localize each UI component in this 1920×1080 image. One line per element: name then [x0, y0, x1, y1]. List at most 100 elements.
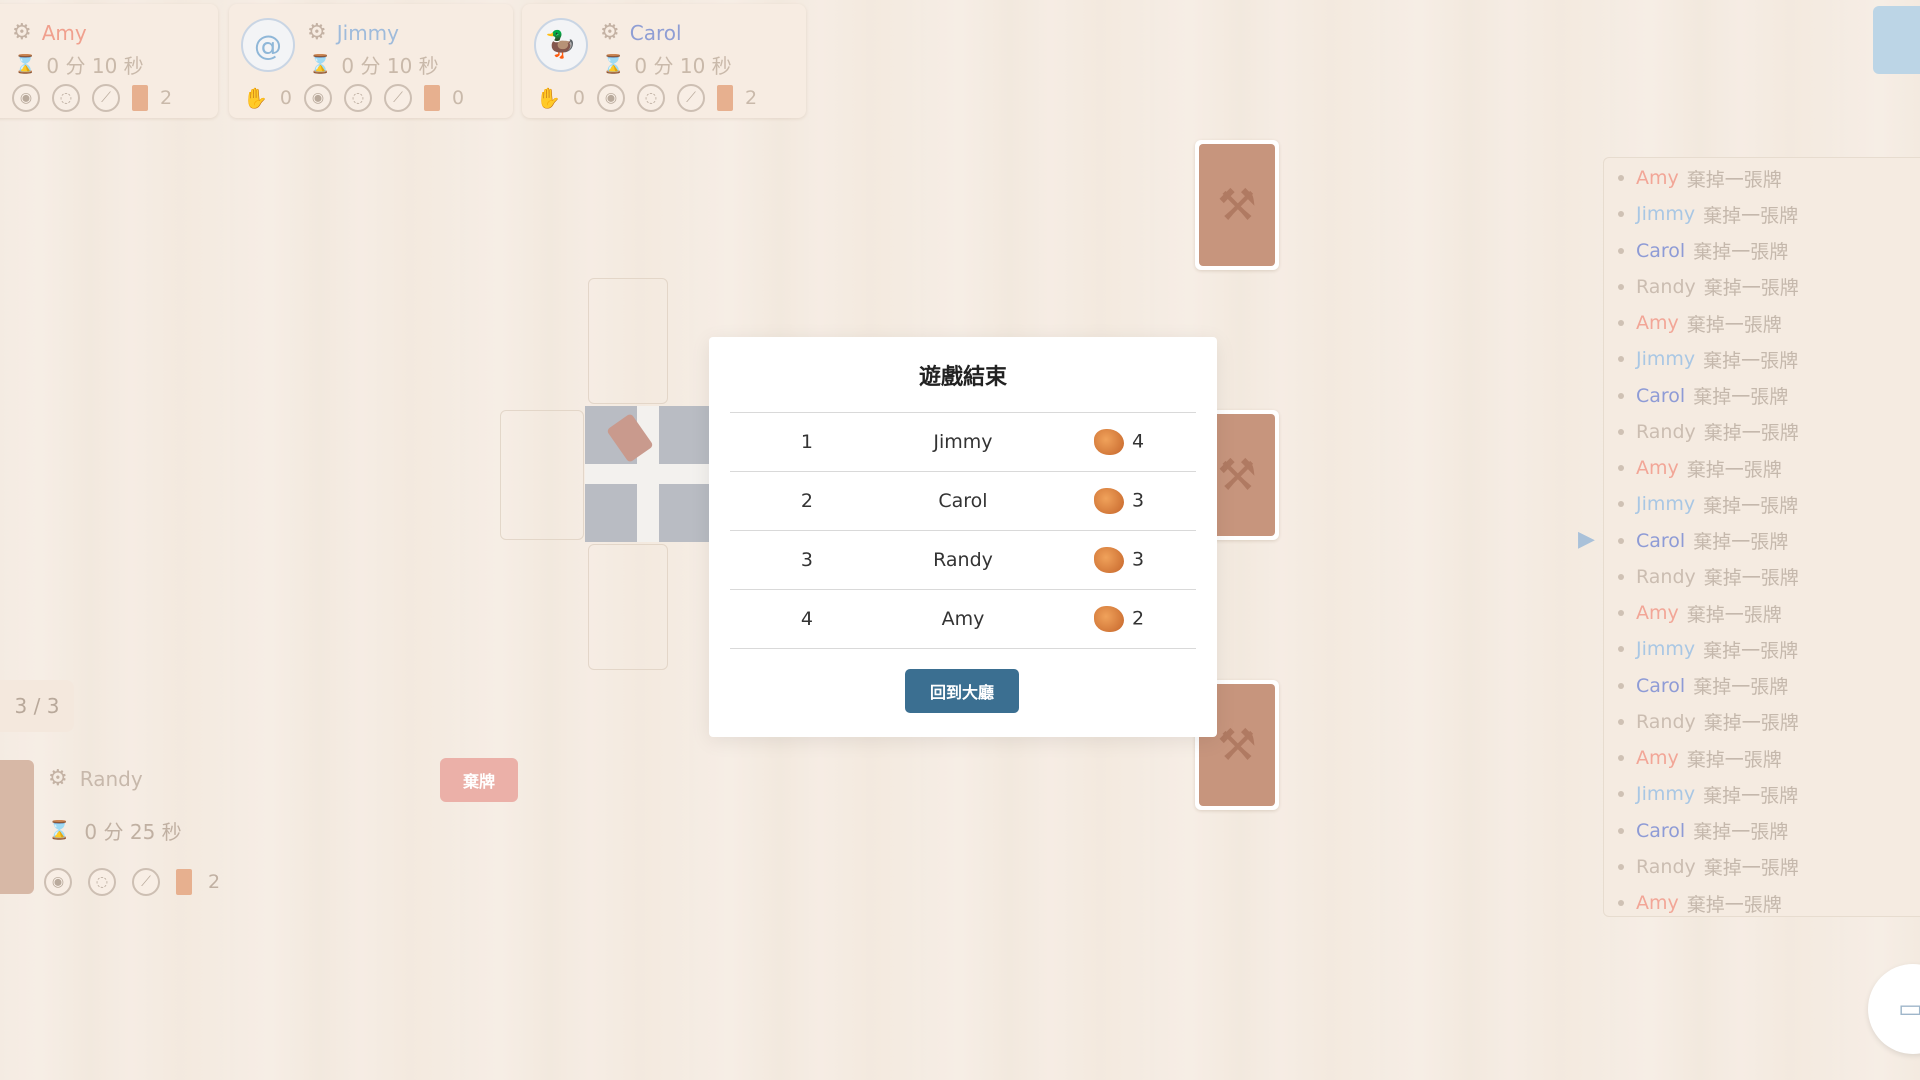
log-entry: Carol 棄掉一張牌	[1604, 378, 1920, 414]
player-hand-count: 0	[572, 87, 585, 109]
log-message: 棄掉一張牌	[1693, 386, 1789, 409]
log-entry: Jimmy 棄掉一張牌	[1604, 486, 1920, 522]
hourglass-icon: ⌛	[14, 54, 37, 75]
log-message: 棄掉一張牌	[1693, 531, 1789, 554]
chevron-right-icon[interactable]: ▶	[1578, 527, 1595, 552]
bullet-icon	[1618, 320, 1624, 327]
rank-number: 4	[730, 589, 884, 649]
log-entry: Amy 棄掉一張牌	[1604, 160, 1920, 196]
gear-icon: ⚙	[12, 20, 32, 45]
log-player-name: Randy	[1636, 710, 1696, 733]
self-tools-row: ◉ ◌ ⟋ 2	[44, 868, 220, 896]
log-entry: Carol 棄掉一張牌	[1604, 668, 1920, 704]
rank-gold-cell: 3	[1042, 471, 1196, 531]
gold-nugget-icon	[1094, 488, 1125, 514]
path-tile-start	[585, 406, 709, 542]
self-time-row: ⌛ 0 分 25 秒	[48, 816, 182, 845]
bullet-icon	[1618, 827, 1624, 834]
log-message: 棄掉一張牌	[1693, 676, 1789, 699]
log-player-name: Amy	[1636, 167, 1679, 190]
game-over-dialog: 遊戲結束 1 Jimmy 4 2 Carol 3 3 Randy 3 4 Amy 2 回到大廳	[709, 337, 1217, 737]
bullet-icon	[1618, 900, 1624, 907]
card-count-icon	[132, 85, 148, 111]
player-card-count: 2	[160, 87, 173, 109]
log-message: 棄掉一張牌	[1686, 893, 1782, 916]
discard-button[interactable]: 棄牌	[440, 758, 518, 802]
player-card-carol: 🦆 ⚙ Carol ⌛ 0 分 10 秒 ✋ 0 ◉ ◌ ⟋ 2	[522, 4, 806, 118]
log-entry: Carol 棄掉一張牌	[1604, 813, 1920, 849]
dialog-title: 遊戲結束	[918, 365, 1007, 390]
rank-number: 2	[730, 471, 884, 531]
log-entry: Jimmy 棄掉一張牌	[1604, 196, 1920, 232]
gear-icon: ⚙	[48, 766, 68, 791]
board-slot[interactable]	[588, 544, 668, 670]
ranking-row: 4 Amy 2	[730, 589, 1196, 649]
lantern-icon: ◌	[637, 84, 665, 112]
log-entry: Carol 棄掉一張牌	[1604, 523, 1920, 559]
log-entry: Amy 棄掉一張牌	[1604, 885, 1920, 916]
bullet-icon	[1618, 175, 1624, 182]
log-player-name: Jimmy	[1636, 783, 1696, 806]
cart-icon: ◉	[44, 868, 72, 896]
cart-icon: ◉	[597, 84, 625, 112]
bullet-icon	[1618, 682, 1624, 689]
player-name: Carol	[629, 20, 682, 45]
log-entry: Jimmy 棄掉一張牌	[1604, 776, 1920, 812]
log-entry: Amy 棄掉一張牌	[1604, 595, 1920, 631]
log-player-name: Amy	[1636, 457, 1679, 480]
player-time: 0 分 10 秒	[634, 54, 732, 78]
board-slot[interactable]	[500, 410, 584, 540]
action-log[interactable]: Amy 棄掉一張牌 Jimmy 棄掉一張牌 Carol 棄掉一張牌 Randy 棄掉一張牌 Am…	[1603, 157, 1920, 917]
ranking-row: 2 Carol 3	[730, 471, 1196, 531]
log-message: 棄掉一張牌	[1703, 204, 1799, 227]
lantern-icon: ◌	[52, 84, 80, 112]
ranking-row: 1 Jimmy 4	[730, 412, 1196, 472]
log-player-name: Carol	[1636, 239, 1686, 262]
bullet-icon	[1618, 791, 1624, 798]
hourglass-icon: ⌛	[602, 54, 625, 75]
log-message: 棄掉一張牌	[1693, 821, 1789, 844]
hand-icon: ✋	[536, 86, 561, 110]
log-entry: Jimmy 棄掉一張牌	[1604, 341, 1920, 377]
pickaxe-icon: ⟋	[92, 84, 120, 112]
bullet-icon	[1618, 211, 1624, 218]
rank-number: 3	[730, 530, 884, 590]
log-entry: Randy 棄掉一張牌	[1604, 704, 1920, 740]
gold-count: 3	[1132, 489, 1145, 512]
log-entry: Amy 棄掉一張牌	[1604, 450, 1920, 486]
ranking-row: 3 Randy 3	[730, 530, 1196, 590]
card-count-icon	[176, 869, 192, 895]
cart-icon: ◉	[304, 84, 332, 112]
gold-count: 3	[1132, 548, 1145, 571]
cart-icon: ◉	[12, 84, 40, 112]
hourglass-icon: ⌛	[48, 820, 71, 841]
self-avatar	[0, 760, 34, 894]
bullet-icon	[1618, 646, 1624, 653]
menu-toggle-button[interactable]	[1873, 6, 1920, 74]
back-to-lobby-button[interactable]: 回到大廳	[905, 669, 1019, 713]
self-name: Randy	[79, 766, 143, 791]
gold-nugget-icon	[1094, 547, 1125, 573]
log-entry: Carol 棄掉一張牌	[1604, 233, 1920, 269]
log-message: 棄掉一張牌	[1686, 168, 1782, 191]
duck-avatar-icon: 🦆	[534, 18, 588, 72]
log-player-name: Carol	[1636, 529, 1686, 552]
rank-player-name: Randy	[883, 530, 1043, 590]
log-entry: Amy 棄掉一張牌	[1604, 305, 1920, 341]
bullet-icon	[1618, 428, 1624, 435]
log-message: 棄掉一張牌	[1703, 567, 1799, 590]
player-time: 0 分 10 秒	[46, 54, 144, 78]
page-indicator: 3 / 3	[0, 680, 74, 732]
log-player-name: Carol	[1636, 384, 1686, 407]
bullet-icon	[1618, 573, 1624, 580]
bullet-icon	[1618, 465, 1624, 472]
log-player-name: Jimmy	[1636, 348, 1696, 371]
gold-nugget-icon	[1094, 429, 1125, 455]
board-slot[interactable]	[588, 278, 668, 404]
card-count-icon	[717, 85, 733, 111]
player-time: 0 分 10 秒	[341, 54, 439, 78]
log-player-name: Randy	[1636, 855, 1696, 878]
self-name-row: ⚙ Randy	[48, 766, 143, 791]
bullet-icon	[1618, 356, 1624, 363]
log-player-name: Amy	[1636, 892, 1679, 915]
